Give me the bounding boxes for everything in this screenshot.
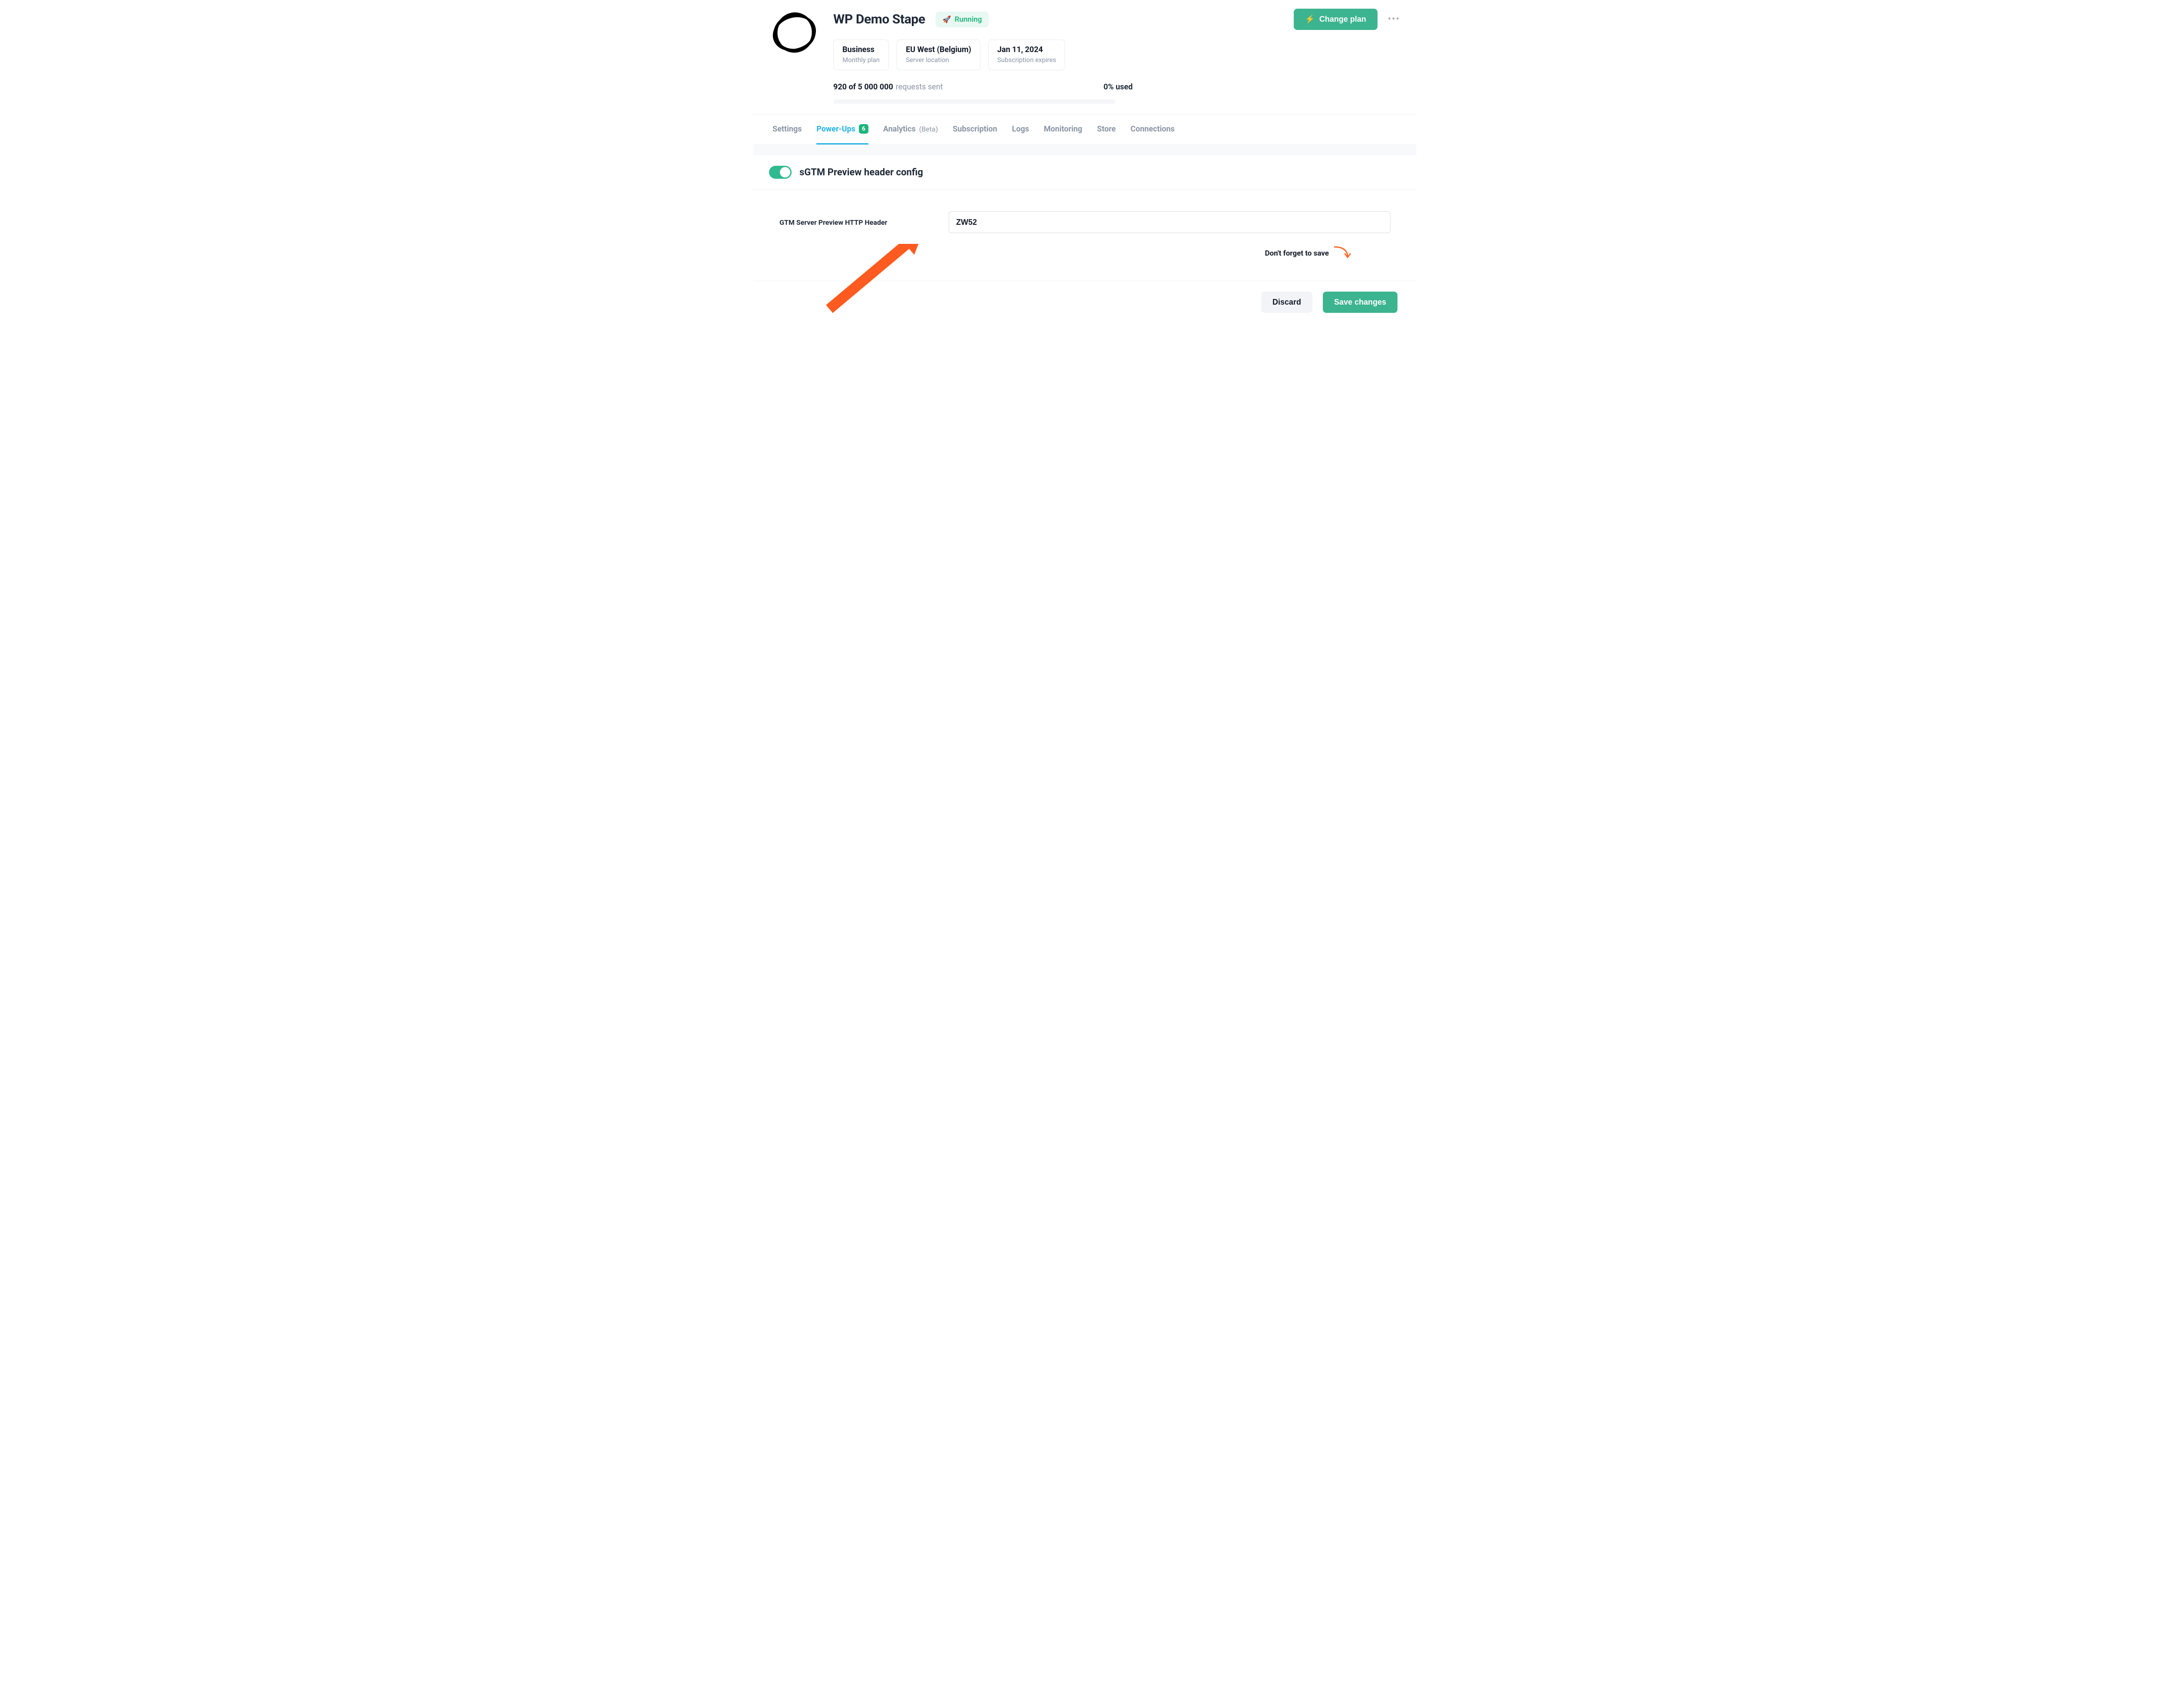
plan-card: Business Monthly plan <box>833 39 889 70</box>
http-header-label: GTM Server Preview HTTP Header <box>779 218 923 227</box>
bolt-icon: ⚡ <box>1305 15 1315 24</box>
plan-label: Monthly plan <box>842 56 880 64</box>
location-card: EU West (Belgium) Server location <box>897 39 980 70</box>
tab-connections[interactable]: Connections <box>1131 115 1175 145</box>
action-bar: Discard Save changes <box>753 281 1417 323</box>
location-label: Server location <box>906 56 971 64</box>
save-button[interactable]: Save changes <box>1323 292 1397 313</box>
section-title: sGTM Preview header config <box>799 167 923 178</box>
usage-count: 920 of 5 000 000 <box>833 82 893 92</box>
usage-percent: 0% used <box>1104 82 1133 92</box>
location-value: EU West (Belgium) <box>906 45 971 54</box>
tab-power-ups[interactable]: Power-Ups 6 <box>816 115 868 145</box>
workspace-title: WP Demo Stape <box>833 12 925 27</box>
change-plan-button[interactable]: ⚡ Change plan <box>1294 9 1377 30</box>
http-header-input[interactable] <box>949 211 1391 233</box>
rocket-icon: 🚀 <box>943 15 951 23</box>
workspace-logo <box>771 9 819 56</box>
expiry-card: Jan 11, 2024 Subscription expires <box>988 39 1065 70</box>
status-label: Running <box>955 15 982 24</box>
usage-caption: requests sent <box>896 82 943 92</box>
more-menu-icon[interactable]: ••• <box>1386 11 1402 27</box>
spacer <box>753 145 1417 155</box>
tab-logs[interactable]: Logs <box>1012 115 1029 145</box>
expiry-label: Subscription expires <box>997 56 1056 64</box>
discard-button[interactable]: Discard <box>1261 292 1312 313</box>
save-hint-text: Don't forget to save <box>1265 249 1329 258</box>
section-header: sGTM Preview header config <box>753 155 1417 190</box>
save-hint: Don't forget to save <box>779 245 1391 262</box>
tab-settings[interactable]: Settings <box>773 115 802 145</box>
toggle-knob <box>780 167 790 177</box>
page-header: WP Demo Stape 🚀 Running ⚡ Change plan ••… <box>753 0 1417 104</box>
power-ups-badge: 6 <box>859 124 868 134</box>
change-plan-label: Change plan <box>1319 15 1366 24</box>
tab-store[interactable]: Store <box>1097 115 1116 145</box>
status-badge: 🚀 Running <box>936 12 989 27</box>
tab-monitoring[interactable]: Monitoring <box>1044 115 1082 145</box>
tab-analytics[interactable]: Analytics (Beta) <box>883 115 938 145</box>
tab-subscription[interactable]: Subscription <box>953 115 997 145</box>
expiry-value: Jan 11, 2024 <box>997 45 1056 54</box>
feature-toggle[interactable] <box>769 166 792 179</box>
form-body: GTM Server Preview HTTP Header Don't for… <box>753 190 1417 266</box>
plan-value: Business <box>842 45 880 54</box>
curved-arrow-icon <box>1333 245 1351 262</box>
tab-bar: Settings Power-Ups 6 Analytics (Beta) Su… <box>753 114 1417 145</box>
usage-progress-bar <box>833 99 1115 104</box>
